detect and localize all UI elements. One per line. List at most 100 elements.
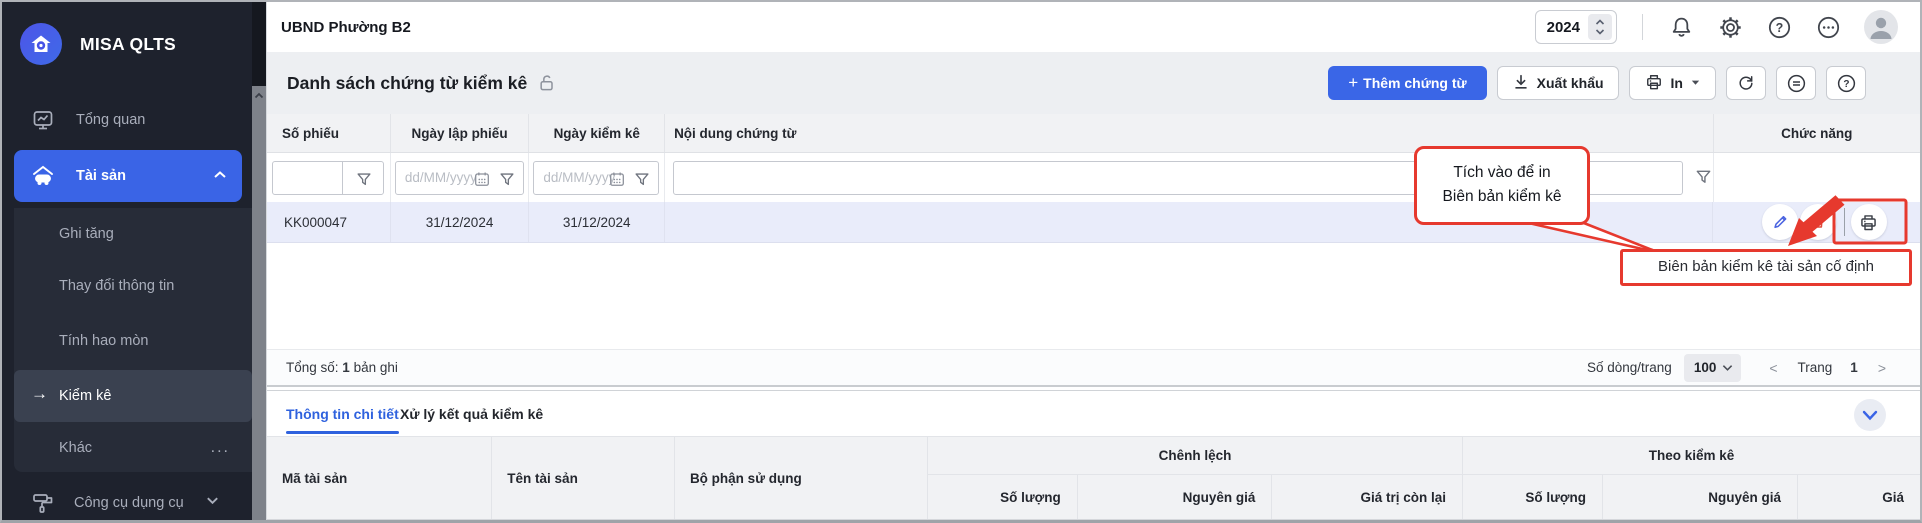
download-icon	[1512, 73, 1530, 94]
notifications-bell-icon[interactable]	[1668, 14, 1694, 40]
svg-text:?: ?	[1775, 20, 1783, 34]
filter-ngay-lap-date-input[interactable]: dd/MM/yyyy	[395, 161, 524, 195]
sidebar: MISA QLTS Tổng quan Tài sản Ghi tăng Tha…	[2, 2, 252, 520]
print-row-button[interactable]	[1851, 204, 1887, 240]
col-group-theo-kiem-ke: Theo kiểm kê Số lượng Nguyên giá Giá	[1463, 437, 1920, 519]
sidebar-submenu: Ghi tăng Thay đổi thông tin Tính hao mòn…	[14, 208, 252, 472]
sidebar-scrollbar[interactable]	[252, 2, 266, 520]
col-header-bo-phan-su-dung[interactable]: Bộ phận sử dụng	[675, 437, 928, 519]
export-button[interactable]: Xuất khẩu	[1497, 66, 1619, 100]
feedback-button[interactable]	[1776, 66, 1816, 100]
divider	[1642, 14, 1643, 40]
detail-table-body	[267, 519, 1920, 523]
organization-name: UBND Phường B2	[281, 19, 411, 36]
sidebar-item-khac[interactable]: Khác ...	[14, 422, 252, 474]
col-header-gia-tri-con-lai[interactable]: Giá trị còn lại	[1272, 475, 1462, 519]
help-circle-button[interactable]: ?	[1826, 66, 1866, 100]
current-page: 1	[1850, 360, 1858, 375]
more-dots-icon: ...	[211, 439, 230, 457]
table-footer: Tổng số: 1 bản ghi Số dòng/trang 100 < T…	[267, 349, 1920, 387]
col-header-so-luong[interactable]: Số lượng	[928, 475, 1078, 519]
record-summary: Tổng số: 1 bản ghi	[286, 360, 398, 375]
detail-tabs: Thông tin chi tiết Xử lý kết quả kiểm kê	[267, 390, 1920, 436]
more-options-icon[interactable]	[1815, 14, 1841, 40]
print-button[interactable]: In	[1629, 66, 1716, 100]
home-logo-icon	[20, 23, 62, 65]
page-size-label: Số dòng/trang	[1587, 360, 1672, 375]
chevron-up-icon	[212, 167, 228, 187]
divider	[1844, 208, 1845, 236]
col-header-ten-tai-san[interactable]: Tên tài sản	[492, 437, 675, 519]
detail-table-header: Mã tài sản Tên tài sản Bộ phận sử dụng C…	[267, 436, 1920, 519]
unlock-icon[interactable]	[537, 73, 557, 96]
collapse-panel-button[interactable]	[1854, 399, 1886, 431]
col-header-so-luong-2[interactable]: Số lượng	[1463, 475, 1603, 519]
user-avatar[interactable]	[1864, 10, 1898, 44]
chevron-down-icon	[205, 493, 220, 512]
page-size-select[interactable]: 100	[1684, 354, 1742, 382]
printer-icon	[1644, 72, 1664, 95]
col-header-nguyen-gia[interactable]: Nguyên giá	[1078, 475, 1273, 519]
tab-thong-tin-chi-tiet[interactable]: Thông tin chi tiết	[286, 391, 399, 437]
chevron-down-icon	[1862, 410, 1878, 421]
dashboard-icon	[30, 107, 56, 133]
table-header-row: Số phiếu Ngày lập phiếu Ngày kiểm kê Nội…	[267, 114, 1920, 153]
page-label: Trang	[1798, 360, 1833, 375]
year-stepper[interactable]	[1588, 14, 1612, 40]
col-header-so-phieu[interactable]: Số phiếu	[267, 114, 391, 152]
col-group-chenh-lech: Chênh lệch Số lượng Nguyên giá Giá trị c…	[928, 437, 1463, 519]
scroll-up-icon	[254, 89, 264, 104]
app-logo: MISA QLTS	[2, 2, 252, 86]
table-row[interactable]: KK000047 31/12/2024 31/12/2024	[267, 202, 1920, 243]
cell-ngay-lap-phieu: 31/12/2024	[391, 202, 530, 242]
arrow-right-icon: →	[31, 384, 48, 404]
edit-row-button[interactable]	[1762, 204, 1798, 240]
calendar-icon[interactable]	[473, 170, 491, 191]
cell-ngay-kiem-ke: 31/12/2024	[529, 202, 665, 242]
prev-page-button[interactable]: <	[1763, 360, 1783, 376]
sidebar-item-tinh-hao-mon[interactable]: Tính hao mòn	[14, 315, 252, 367]
svg-text:?: ?	[1843, 79, 1849, 90]
filter-funnel-icon[interactable]	[498, 170, 516, 191]
chevron-down-icon	[1722, 364, 1733, 372]
tab-xu-ly-ket-qua-kiem-ke[interactable]: Xử lý kết quả kiểm kê	[400, 391, 543, 437]
print-tooltip: Biên bản kiểm kê tài sản cố định	[1620, 249, 1912, 286]
col-header-chuc-nang[interactable]: Chức năng	[1714, 114, 1920, 152]
sidebar-item-tai-san[interactable]: Tài sản	[14, 150, 242, 202]
col-header-nguyen-gia-2[interactable]: Nguyên giá	[1603, 475, 1798, 519]
scrollbar-thumb[interactable]	[252, 86, 266, 520]
refresh-button[interactable]	[1726, 66, 1766, 100]
sidebar-item-ghi-tang[interactable]: Ghi tăng	[14, 208, 252, 260]
next-page-button[interactable]: >	[1872, 360, 1892, 376]
col-header-ma-tai-san[interactable]: Mã tài sản	[267, 437, 492, 519]
sidebar-item-thay-doi-thong-tin[interactable]: Thay đổi thông tin	[14, 260, 252, 312]
annotation-callout: Tích vào để in Biên bản kiểm kê	[1414, 146, 1590, 225]
filter-funnel-icon[interactable]	[633, 170, 651, 191]
filter-ngay-kiem-ke-date-input[interactable]: dd/MM/yyyy	[533, 161, 659, 195]
settings-gear-icon[interactable]	[1717, 14, 1743, 40]
record-count: 1	[342, 360, 350, 375]
filter-so-phieu-input[interactable]	[272, 161, 384, 195]
sidebar-item-kiem-ke[interactable]: → Kiểm kê	[14, 370, 252, 422]
sidebar-item-tong-quan[interactable]: Tổng quan	[2, 97, 252, 142]
cell-so-phieu: KK000047	[267, 202, 391, 242]
table-filter-row: dd/MM/yyyy dd/MM/yyyy	[267, 153, 1920, 202]
filter-funnel-icon[interactable]	[355, 170, 373, 191]
caret-down-icon	[1690, 75, 1701, 91]
app-window: MISA QLTS Tổng quan Tài sản Ghi tăng Tha…	[0, 0, 1922, 523]
col-header-ngay-kiem-ke[interactable]: Ngày kiểm kê	[529, 114, 665, 152]
delete-row-button[interactable]	[1800, 204, 1836, 240]
page-header: Danh sách chứng từ kiểm kê + Thêm chứng …	[267, 52, 1920, 114]
sidebar-item-cong-cu-dung-cu[interactable]: Công cụ dụng cụ	[2, 480, 252, 523]
filter-funnel-icon[interactable]	[1694, 167, 1713, 189]
help-icon[interactable]: ?	[1766, 14, 1792, 40]
voucher-table: Số phiếu Ngày lập phiếu Ngày kiểm kê Nội…	[267, 114, 1920, 243]
add-voucher-button[interactable]: + Thêm chứng từ	[1328, 66, 1486, 100]
calendar-icon[interactable]	[608, 170, 626, 191]
col-header-gia-clipped[interactable]: Giá	[1798, 475, 1920, 519]
year-value: 2024	[1547, 19, 1580, 36]
year-selector[interactable]: 2024	[1535, 10, 1617, 44]
col-header-ngay-lap-phieu[interactable]: Ngày lập phiếu	[391, 114, 530, 152]
app-title: MISA QLTS	[80, 34, 176, 55]
top-bar: UBND Phường B2 2024 ?	[267, 2, 1920, 52]
